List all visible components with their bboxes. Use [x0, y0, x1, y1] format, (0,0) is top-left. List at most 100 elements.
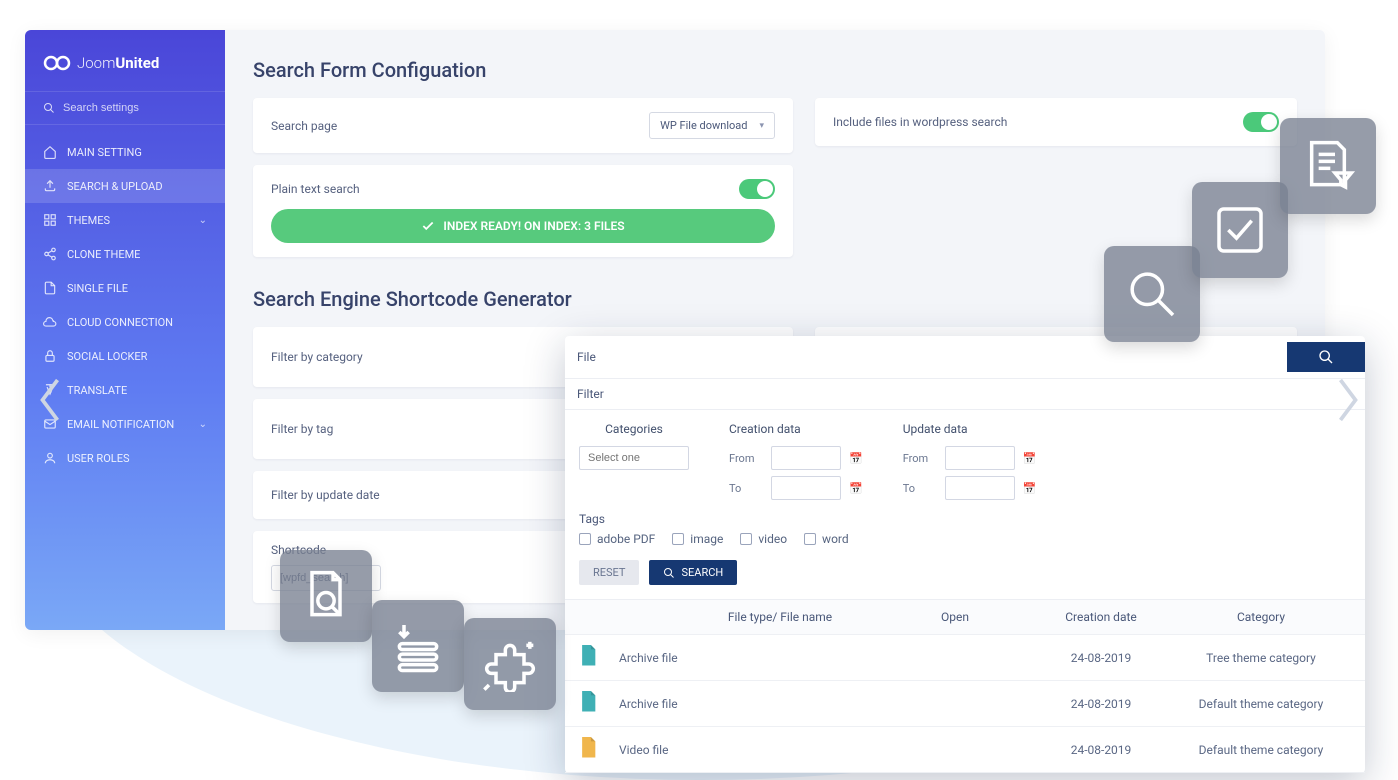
user-icon — [43, 451, 57, 465]
sidebar-item-label: MAIN SETTING — [67, 146, 142, 159]
widget-categories-header: Categories — [579, 422, 689, 436]
file-type-icon — [579, 645, 619, 670]
widget-file-label: File — [577, 350, 596, 364]
label-filter-category: Filter by category — [271, 350, 363, 364]
widget-categories-select[interactable] — [579, 446, 689, 470]
checkbox-icon — [1212, 202, 1268, 258]
sidebar-item-search-upload[interactable]: SEARCH & UPLOAD — [25, 169, 225, 203]
brand: JoomUnited — [25, 45, 225, 91]
brand-logo-icon — [43, 53, 71, 73]
index-ready-button[interactable]: INDEX READY! ON INDEX: 3 FILES — [271, 209, 775, 243]
cloud-icon — [43, 315, 57, 329]
check-icon — [421, 219, 435, 233]
select-search-page[interactable]: WP File download ▾ — [649, 112, 775, 139]
lock-icon — [43, 349, 57, 363]
share-icon — [43, 247, 57, 261]
toggle-plain-text[interactable] — [739, 179, 775, 199]
chevron-left-icon — [35, 375, 65, 425]
widget-filter-row: Filter — [565, 379, 1365, 410]
file-icon — [43, 281, 57, 295]
file-search-icon — [298, 568, 354, 624]
calendar-icon[interactable]: 📅 — [849, 482, 863, 495]
sidebar-search[interactable] — [25, 91, 225, 125]
cell-name: Archive file — [619, 697, 941, 711]
label-plain-text: Plain text search — [271, 182, 360, 196]
from-label: From — [903, 452, 937, 465]
label-include-files: Include files in wordpress search — [833, 115, 1007, 129]
label-search-page: Search page — [271, 119, 337, 133]
file-type-icon — [579, 737, 619, 762]
widget-update-header: Update data — [903, 422, 1037, 436]
cell-category: Tree theme category — [1171, 651, 1351, 665]
feature-tile-listdownload — [372, 600, 464, 692]
cell-created: 24-08-2019 — [1031, 697, 1171, 711]
update-to-input[interactable] — [945, 476, 1015, 500]
carousel-next-button[interactable] — [1328, 370, 1368, 430]
widget-col-creation: Creation data From 📅 To 📅 — [729, 422, 863, 500]
sidebar-item-main-setting[interactable]: MAIN SETTING — [25, 135, 225, 169]
update-from-input[interactable] — [945, 446, 1015, 470]
sidebar-item-cloud-connection[interactable]: CLOUD CONNECTION — [25, 305, 225, 339]
sidebar-item-label: TRANSLATE — [67, 384, 127, 397]
table-row[interactable]: Archive file 24-08-2019Tree theme categor… — [565, 635, 1365, 681]
calendar-icon[interactable]: 📅 — [849, 452, 863, 465]
reset-button[interactable]: RESET — [579, 560, 639, 585]
col-category: Category — [1171, 610, 1351, 624]
cell-name: Archive file — [619, 651, 941, 665]
widget-col-update: Update data From 📅 To 📅 — [903, 422, 1037, 500]
widget-col-categories: Categories — [579, 422, 689, 500]
sidebar-item-themes[interactable]: THEMES ⌄ — [25, 203, 225, 237]
sidebar-item-label: THEMES — [67, 214, 110, 227]
widget-search-icon-button[interactable] — [1287, 342, 1365, 372]
col-open: Open — [941, 610, 1031, 624]
table-row[interactable]: Video file24-08-2019Default theme catego… — [565, 727, 1365, 773]
search-button[interactable]: SEARCH — [649, 560, 737, 585]
search-icon — [1318, 349, 1334, 365]
sidebar-search-input[interactable] — [63, 102, 183, 114]
cell-category: Default theme category — [1171, 697, 1351, 711]
tag-checkbox-image[interactable]: image — [672, 532, 723, 546]
calendar-icon[interactable]: 📅 — [1023, 452, 1037, 465]
card-search-page: Search page WP File download ▾ — [253, 98, 793, 153]
cell-created: 24-08-2019 — [1031, 743, 1171, 757]
col-created: Creation date — [1031, 610, 1171, 624]
chevron-down-icon: ⌄ — [199, 419, 207, 430]
widget-creation-header: Creation data — [729, 422, 863, 436]
table-row[interactable]: Archive file 24-08-2019Default theme cate… — [565, 681, 1365, 727]
card-plain-text-search: Plain text search INDEX READY! ON INDEX:… — [253, 165, 793, 257]
chevron-right-icon — [1333, 375, 1363, 425]
upload-icon — [43, 179, 57, 193]
toggle-include-files[interactable] — [1243, 112, 1279, 132]
puzzle-icon — [482, 636, 538, 692]
label-filter-update-date: Filter by update date — [271, 488, 380, 502]
download-list-icon — [390, 618, 446, 674]
feature-tile-docfilter — [1280, 118, 1376, 214]
card-include-files: Include files in wordpress search — [815, 98, 1297, 146]
widget-filter-body: Categories Creation data From 📅 To 📅 Upd… — [565, 410, 1365, 600]
sidebar-item-clone-theme[interactable]: CLONE THEME — [25, 237, 225, 271]
sidebar-item-label: USER ROLES — [67, 452, 129, 465]
search-button-label: SEARCH — [681, 566, 723, 579]
feature-tile-search — [1104, 246, 1200, 342]
search-icon — [663, 567, 675, 579]
tag-checkbox-pdf[interactable]: adobe PDF — [579, 532, 655, 546]
calendar-icon[interactable]: 📅 — [1023, 482, 1037, 495]
tag-checkbox-word[interactable]: word — [804, 532, 849, 546]
cell-created: 24-08-2019 — [1031, 651, 1171, 665]
grid-icon — [43, 213, 57, 227]
sidebar-item-social-locker[interactable]: SOCIAL LOCKER — [25, 339, 225, 373]
creation-to-input[interactable] — [771, 476, 841, 500]
tag-checkbox-video[interactable]: video — [740, 532, 787, 546]
to-label: To — [903, 482, 937, 495]
col-name: File type/ File name — [619, 610, 941, 624]
search-widget: File Filter Categories Creation data Fro… — [565, 336, 1365, 773]
sidebar-item-single-file[interactable]: SINGLE FILE — [25, 271, 225, 305]
sidebar-item-user-roles[interactable]: USER ROLES — [25, 441, 225, 475]
feature-tile-plugin — [464, 618, 556, 710]
brand-name: JoomUnited — [77, 54, 159, 72]
results-table-header: File type/ File name Open Creation date … — [565, 600, 1365, 635]
cell-name: Video file — [619, 743, 941, 757]
file-type-icon — [579, 691, 619, 716]
carousel-prev-button[interactable] — [30, 370, 70, 430]
creation-from-input[interactable] — [771, 446, 841, 470]
